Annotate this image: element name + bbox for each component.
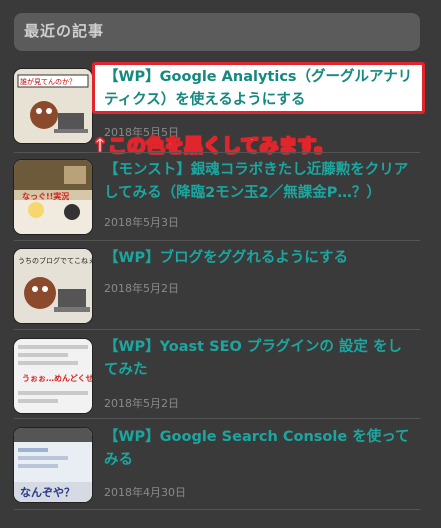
post-divider	[14, 329, 420, 330]
thumb-caption: なんぞや？	[20, 486, 75, 499]
post-divider	[14, 240, 420, 241]
post-thumbnail-1[interactable]: 誰が見てんのか？	[14, 69, 92, 143]
post-thumbnail-3[interactable]: うちのブログでてこねぇ？	[14, 249, 92, 323]
thumb-caption: うぉぉ…めんどくせぇ！	[22, 373, 92, 383]
thumb-caption: うちのブログでてこねぇ？	[18, 256, 92, 265]
thumb-caption: なっぐ!!実況	[22, 191, 69, 201]
post-divider	[14, 152, 420, 153]
post-date-2: 2018年5月3日	[104, 216, 179, 229]
post-thumbnail-2[interactable]: なっぐ!!実況	[14, 160, 92, 234]
post-divider	[14, 418, 420, 419]
annotation-text: ↑この色を黒くしてみます。	[91, 135, 334, 158]
post-title-1[interactable]: 【WP】Google Analytics（グーグルアナリティクス）を使えるように…	[104, 66, 416, 112]
post-divider	[14, 509, 420, 510]
post-date-3: 2018年5月2日	[104, 282, 179, 295]
post-thumbnail-5[interactable]: なんぞや？	[14, 428, 92, 502]
post-title-2[interactable]: 【モンスト】銀魂コラボきたし近藤勲をクリアしてみる（降臨2モン玉2／無課金P…？…	[104, 159, 416, 205]
post-date-4: 2018年5月2日	[104, 397, 179, 410]
post-thumbnail-4[interactable]: うぉぉ…めんどくせぇ！	[14, 339, 92, 413]
thumb-caption: 誰が見てんのか？	[20, 77, 76, 86]
post-title-5[interactable]: 【WP】Google Search Console を使ってみる	[104, 426, 416, 472]
widget-title: 最近の記事	[14, 13, 420, 51]
post-date-5: 2018年4月30日	[104, 486, 186, 499]
post-title-3[interactable]: 【WP】ブログをググれるようにする	[104, 247, 416, 270]
post-title-4[interactable]: 【WP】Yoast SEO プラグインの 設定 をしてみた	[104, 336, 416, 382]
